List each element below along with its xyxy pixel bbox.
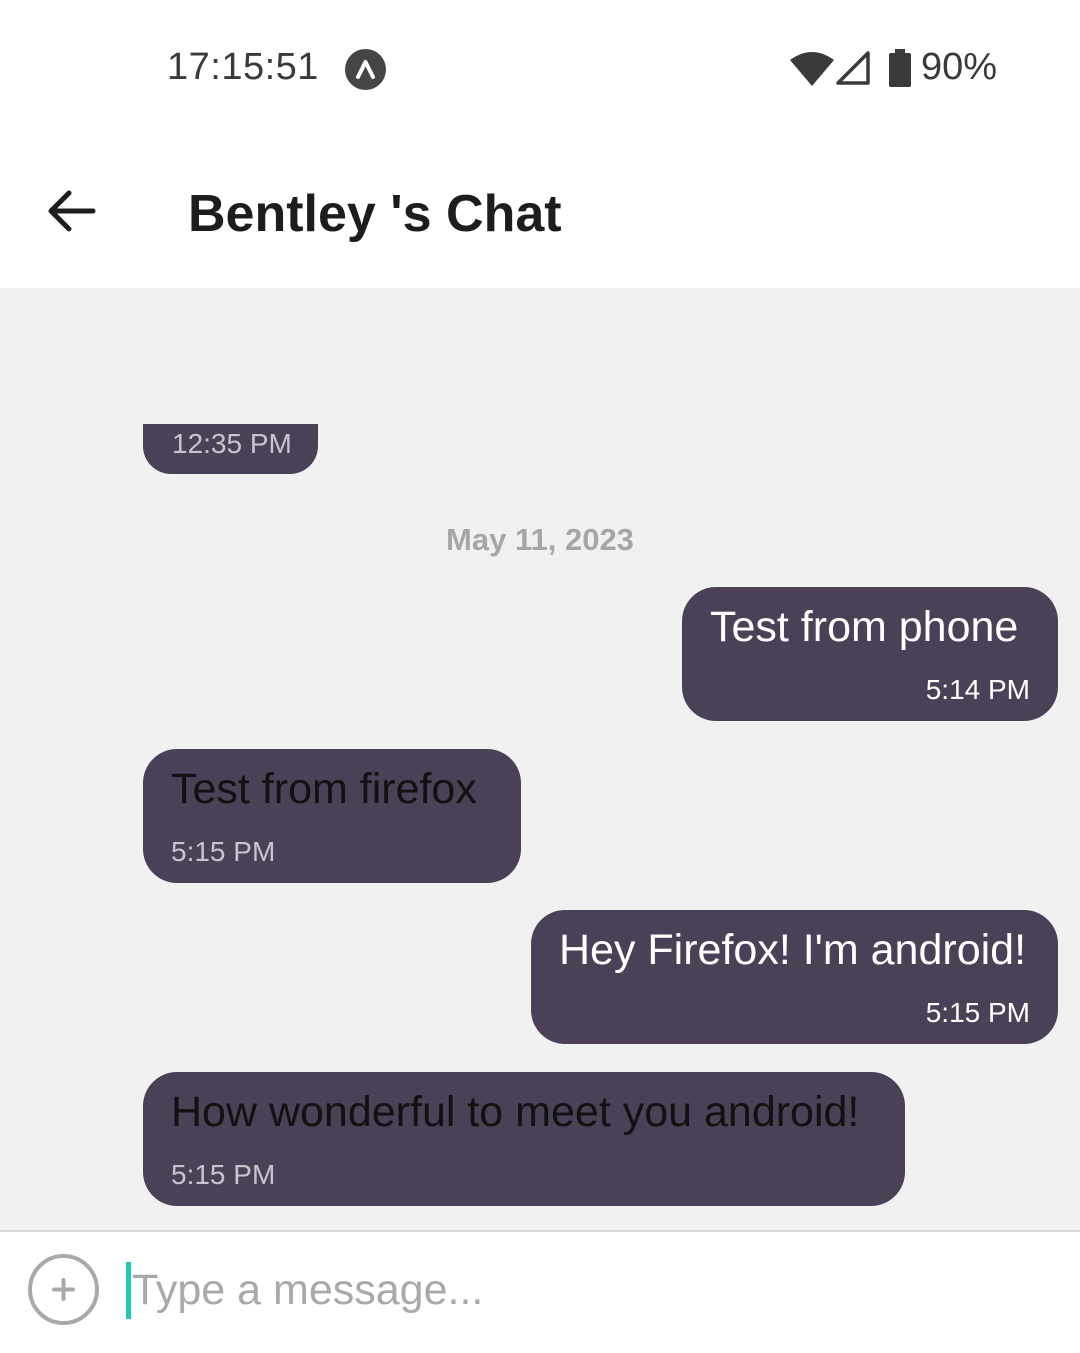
message-text: How wonderful to meet you android! xyxy=(171,1088,860,1136)
app-notification-icon xyxy=(345,49,386,90)
message-bubble-incoming[interactable]: How wonderful to meet you android! 5:15 … xyxy=(143,1072,905,1206)
message-time: 12:35 PM xyxy=(172,428,292,459)
arrow-left-icon xyxy=(46,189,96,238)
message-text: Test from firefox xyxy=(171,765,477,813)
message-bubble-incoming[interactable]: Test from firefox 5:15 PM xyxy=(143,749,521,883)
message-bubble-partial: 12:35 PM xyxy=(143,424,318,474)
message-text: Test from phone xyxy=(710,603,1019,651)
message-time: 5:14 PM xyxy=(925,674,1030,705)
cell-signal-icon xyxy=(836,51,870,90)
battery-percent: 90% xyxy=(921,46,998,88)
date-separator: May 11, 2023 xyxy=(446,522,634,557)
message-input[interactable] xyxy=(126,1258,1026,1322)
wifi-icon xyxy=(790,52,834,91)
message-bubble-outgoing[interactable]: Hey Firefox! I'm android! 5:15 PM xyxy=(531,910,1058,1044)
message-time: 5:15 PM xyxy=(171,1159,276,1190)
status-time: 17:15:51 xyxy=(167,46,319,88)
back-button[interactable] xyxy=(38,180,104,246)
message-bubble-outgoing[interactable]: Test from phone 5:14 PM xyxy=(682,587,1058,721)
app-bar: Bentley 's Chat xyxy=(0,140,1080,288)
message-time: 5:15 PM xyxy=(171,836,276,867)
message-input-bar xyxy=(0,1230,1080,1353)
message-time: 5:15 PM xyxy=(925,997,1030,1028)
attach-button[interactable] xyxy=(28,1254,99,1325)
chat-screen: 17:15:51 90% Bentley 's Chat 12:35 PM Ma… xyxy=(0,0,1080,1353)
text-cursor xyxy=(126,1262,131,1319)
message-list[interactable]: 12:35 PM May 11, 2023 Test from phone 5:… xyxy=(0,288,1080,1230)
battery-icon xyxy=(888,49,912,92)
message-text: Hey Firefox! I'm android! xyxy=(559,926,1027,974)
status-bar: 17:15:51 90% xyxy=(0,0,1080,140)
chat-title: Bentley 's Chat xyxy=(188,185,562,243)
